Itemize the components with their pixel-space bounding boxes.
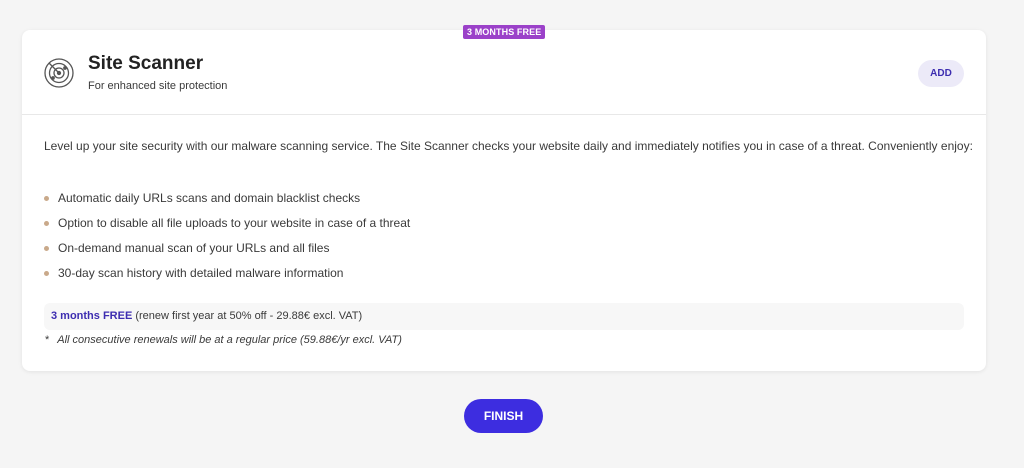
price-text: 3 months FREE (renew first year at 50% o…: [51, 310, 362, 322]
product-title: Site Scanner: [88, 53, 204, 74]
renewal-footnote: * All consecutive renewals will be at a r…: [45, 334, 402, 346]
bullet-icon: [44, 196, 49, 201]
card-header: Site Scanner For enhanced site protectio…: [22, 30, 986, 115]
product-subtitle: For enhanced site protection: [88, 80, 228, 92]
bullet-icon: [44, 246, 49, 251]
site-scanner-card: Site Scanner For enhanced site protectio…: [22, 30, 986, 371]
finish-button[interactable]: FINISH: [464, 399, 543, 433]
add-button[interactable]: ADD: [918, 60, 964, 87]
feature-text: Automatic daily URLs scans and domain bl…: [58, 191, 361, 205]
feature-text: Option to disable all file uploads to yo…: [58, 216, 411, 230]
radar-icon: [43, 57, 75, 89]
feature-item: On-demand manual scan of your URLs and a…: [44, 240, 410, 265]
feature-item: Option to disable all file uploads to yo…: [44, 215, 410, 240]
price-details: (renew first year at 50% off - 29.88€ ex…: [132, 310, 363, 322]
promo-badge: 3 MONTHS FREE: [463, 25, 546, 39]
footnote-mark: *: [45, 334, 50, 346]
feature-text: 30-day scan history with detailed malwar…: [58, 266, 344, 280]
bullet-icon: [44, 271, 49, 276]
feature-item: 30-day scan history with detailed malwar…: [44, 265, 410, 290]
feature-item: Automatic daily URLs scans and domain bl…: [44, 190, 410, 215]
price-free-label: 3 months FREE: [51, 310, 133, 322]
bullet-icon: [44, 221, 49, 226]
price-box: 3 months FREE (renew first year at 50% o…: [44, 303, 964, 330]
description: Level up your site security with our mal…: [44, 139, 973, 153]
feature-list: Automatic daily URLs scans and domain bl…: [44, 190, 410, 290]
footnote-text: All consecutive renewals will be at a re…: [57, 334, 402, 346]
feature-text: On-demand manual scan of your URLs and a…: [58, 241, 330, 255]
